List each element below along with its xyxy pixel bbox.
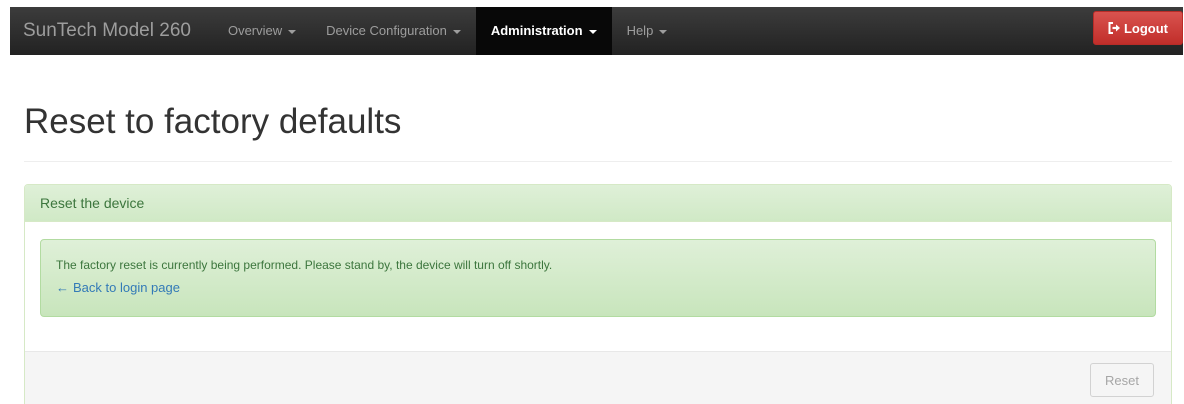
panel-footer: Reset	[25, 351, 1171, 404]
back-link-label: Back to login page	[73, 280, 180, 295]
nav-item-label: Device Configuration	[326, 23, 447, 38]
caret-down-icon	[288, 30, 297, 34]
nav-item-help[interactable]: Help	[612, 7, 683, 55]
caret-down-icon	[588, 30, 597, 34]
panel-heading: Reset the device	[25, 185, 1171, 222]
nav-item-label: Administration	[490, 23, 583, 38]
nav-item-administration[interactable]: Administration	[475, 7, 612, 55]
nav-item-label: Help	[626, 23, 654, 38]
logout-label: Logout	[1123, 20, 1169, 36]
sign-out-icon	[1108, 22, 1121, 34]
logout-button[interactable]: Logout	[1093, 11, 1183, 45]
brand-title[interactable]: SunTech Model 260	[10, 7, 213, 55]
page: SunTech Model 260 Overview Device Config…	[0, 0, 1184, 404]
caret-down-icon	[452, 30, 461, 34]
success-alert: The factory reset is currently being per…	[40, 239, 1156, 317]
alert-message: The factory reset is currently being per…	[56, 258, 553, 272]
reset-button[interactable]: Reset	[1090, 363, 1154, 397]
reset-panel: Reset the device The factory reset is cu…	[24, 184, 1172, 404]
header-divider	[24, 161, 1172, 162]
caret-down-icon	[659, 30, 668, 34]
back-to-login-link[interactable]: ← Back to login page	[56, 280, 1140, 295]
nav-item-label: Overview	[227, 23, 283, 38]
nav-item-device-configuration[interactable]: Device Configuration	[311, 7, 476, 55]
page-title: Reset to factory defaults	[24, 102, 402, 141]
nav-item-overview[interactable]: Overview	[213, 7, 311, 55]
arrow-left-icon: ←	[56, 280, 69, 295]
top-navbar: SunTech Model 260 Overview Device Config…	[10, 7, 1183, 55]
